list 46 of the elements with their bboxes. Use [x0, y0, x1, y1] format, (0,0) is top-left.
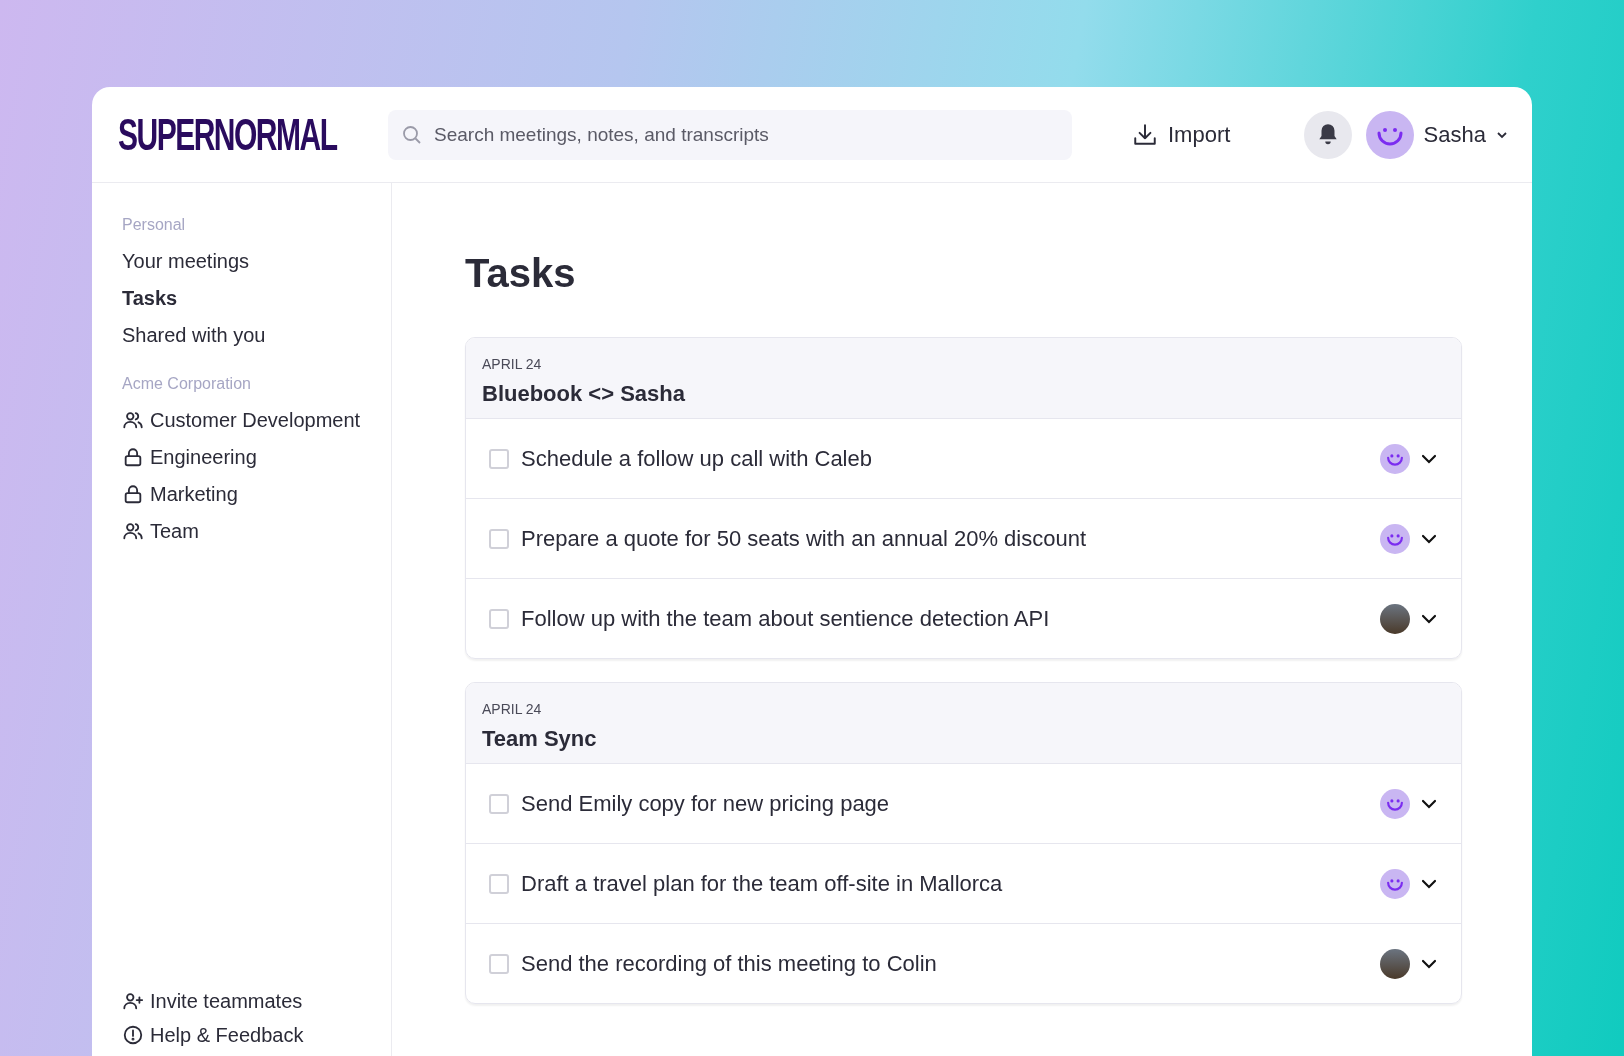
checkbox[interactable]: [489, 608, 509, 629]
page-title: Tasks: [465, 250, 577, 297]
meeting-title[interactable]: Bluebook <> Sasha: [482, 377, 1445, 410]
user-menu[interactable]: Sasha: [1365, 110, 1508, 159]
smiley-avatar-icon[interactable]: [1380, 443, 1410, 474]
task-text: Send Emily copy for new pricing page: [521, 790, 891, 818]
sidebar-item[interactable]: Marketing: [122, 479, 391, 509]
checkbox[interactable]: [489, 953, 509, 974]
sidebar-item[interactable]: Engineering: [122, 442, 391, 472]
smiley-avatar-icon[interactable]: [1380, 523, 1410, 554]
add-user-icon: [122, 990, 144, 1012]
logo: SUPERNORMAL: [118, 109, 337, 161]
task-text: Draft a travel plan for the team off-site in Mallorca: [521, 870, 1004, 898]
smiley-avatar-icon[interactable]: [1380, 868, 1410, 899]
sidebar-item[interactable]: Your meetings: [122, 246, 391, 276]
sidebar-link[interactable]: Invite teammates: [122, 986, 391, 1016]
sidebar-item[interactable]: Team: [122, 516, 391, 546]
search-field[interactable]: Search meetings, notes, and transcripts: [388, 109, 1072, 160]
task-text: Prepare a quote for 50 seats with an annual 20% discount: [521, 525, 1088, 553]
sidebar-item[interactable]: Customer Development: [122, 405, 391, 435]
import-button[interactable]: Import: [1132, 118, 1231, 151]
section-heading: Acme Corporation: [122, 374, 252, 394]
smiley-avatar-icon: [1365, 110, 1414, 159]
people-icon: [122, 520, 144, 542]
checkbox[interactable]: [489, 873, 509, 894]
task-text: Schedule a follow up call with Caleb: [521, 445, 873, 473]
task-text: Send the recording of this meeting to Colin: [521, 950, 938, 978]
sidebar-item[interactable]: Shared with you: [122, 320, 391, 350]
people-icon: [122, 409, 144, 431]
task-text: Follow up with the team about sentience detection API: [521, 605, 1051, 633]
download-icon: [1132, 121, 1158, 148]
checkbox[interactable]: [489, 528, 509, 549]
sidebar-item[interactable]: Tasks: [122, 283, 391, 313]
sidebar-link[interactable]: Help & Feedback: [122, 1020, 391, 1050]
smiley-avatar-icon[interactable]: [1380, 788, 1410, 819]
alert-circle-icon: [122, 1024, 144, 1046]
meeting-title[interactable]: Team Sync: [482, 722, 1445, 755]
meeting-date: APRIL 24: [482, 700, 543, 719]
checkbox[interactable]: [489, 793, 509, 814]
lock-icon: [122, 483, 144, 505]
photo-placeholder[interactable]: [1380, 603, 1410, 634]
checkbox[interactable]: [489, 448, 509, 469]
photo-placeholder[interactable]: [1380, 948, 1410, 979]
lock-icon: [122, 446, 144, 468]
section-heading: Personal: [122, 215, 187, 235]
meeting-date: APRIL 24: [482, 355, 543, 374]
